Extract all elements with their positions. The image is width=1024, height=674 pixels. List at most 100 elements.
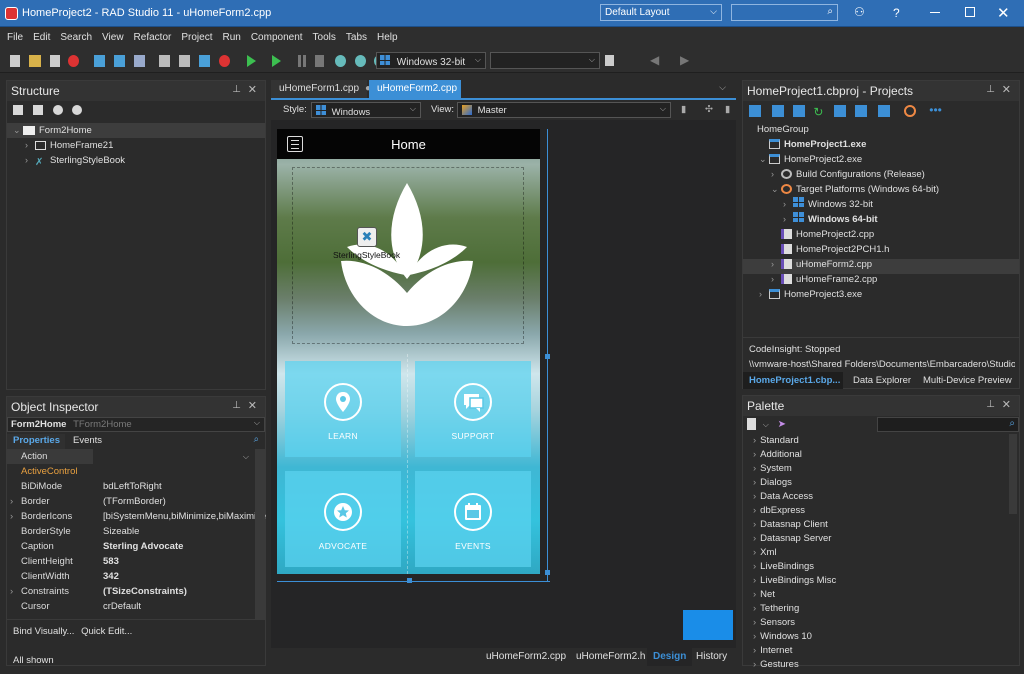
stop-icon[interactable] [314, 55, 324, 67]
new-page-icon[interactable] [747, 418, 756, 430]
menu-item-tools[interactable]: Tools [313, 32, 336, 43]
make-icon[interactable] [854, 105, 867, 118]
build-icon[interactable] [834, 105, 847, 118]
record-icon[interactable] [218, 55, 230, 67]
property-value[interactable]: (TSizeConstraints) [103, 584, 187, 599]
tab-cpp[interactable]: uHomeForm2.cpp [486, 651, 566, 662]
step-over-icon[interactable] [334, 55, 346, 67]
chevron-right-icon[interactable]: › [771, 272, 781, 287]
chevron-right-icon[interactable]: › [771, 257, 781, 272]
palette-category[interactable]: › Datasnap Server [747, 532, 1005, 546]
pin-icon[interactable]: ⊥ [232, 400, 241, 411]
project-tree-item[interactable]: › Build Configurations (Release) [747, 167, 1019, 182]
palette-category[interactable]: › Datasnap Client [747, 518, 1005, 532]
palette-category[interactable]: › Dialogs [747, 476, 1005, 490]
palette-category[interactable]: › dbExpress [747, 504, 1005, 518]
property-row[interactable]: › BorderIcons [biSystemMenu,biMinimize,biM… [7, 509, 266, 524]
property-value[interactable]: (TFormBorder) [103, 494, 166, 509]
menu-item-tabs[interactable]: Tabs [346, 32, 367, 43]
forward-arrow-icon[interactable]: ▶ [680, 53, 689, 67]
tile-advocate[interactable]: ADVOCATE [285, 471, 401, 567]
project-tree-item[interactable]: HomeGroup [747, 122, 1019, 137]
user-icon[interactable]: ⚇ [854, 5, 872, 19]
minimize-icon[interactable] [930, 12, 940, 13]
run-icon[interactable] [246, 55, 256, 67]
view-combo[interactable]: Master ⌵ [457, 102, 671, 118]
pause-icon[interactable] [298, 55, 307, 67]
tab-multi-device-preview[interactable]: Multi-Device Preview [923, 375, 1012, 386]
property-value[interactable]: bdLeftToRight [103, 479, 162, 494]
menu-item-search[interactable]: Search [60, 32, 92, 43]
palette-category[interactable]: › LiveBindings [747, 560, 1005, 574]
component-selector[interactable]: Form2Home TForm2Home ⌵ [7, 417, 265, 432]
delete-item-icon[interactable] [32, 105, 43, 116]
close-icon[interactable]: ✕ [1002, 83, 1011, 96]
palette-category[interactable]: › Tethering [747, 602, 1005, 616]
cursor-arrow-icon[interactable]: ➤ [778, 419, 786, 430]
property-value[interactable]: 583 [103, 554, 119, 569]
tree-item-sterlingstylebook[interactable]: › ✗ SterlingStyleBook [13, 153, 125, 168]
activate-icon[interactable] [771, 105, 784, 118]
chevron-down-icon[interactable]: ⌵ [763, 420, 769, 429]
new-item-icon[interactable] [13, 105, 23, 116]
chevron-right-icon[interactable]: › [10, 509, 13, 524]
palette-category[interactable]: › Standard [747, 434, 1005, 448]
tile-learn[interactable]: LEARN [285, 361, 401, 457]
palette-category[interactable]: › Internet [747, 644, 1005, 658]
quick-edit-link[interactable]: Quick Edit... [81, 626, 132, 637]
tab-data-explorer[interactable]: Data Explorer [853, 375, 911, 386]
property-value[interactable]: 342 [103, 569, 119, 584]
tree-item-homeframe21[interactable]: › HomeFrame21 [13, 138, 125, 153]
project-tree-item[interactable]: HomeProject2PCH1.h [747, 242, 1019, 257]
chevron-right-icon[interactable]: › [783, 212, 793, 227]
refresh-icon[interactable]: ↻ [813, 105, 825, 119]
tile-events[interactable]: EVENTS [415, 471, 531, 567]
property-value[interactable]: crDefault [103, 599, 141, 614]
palette-category[interactable]: › System [747, 462, 1005, 476]
add-to-project-icon[interactable] [133, 55, 145, 67]
chevron-right-icon[interactable]: › [783, 197, 793, 212]
tab-uhomeform2[interactable]: uHomeForm2.cpp [369, 80, 461, 98]
platform-combo[interactable]: Windows 32-bit ⌵ [376, 52, 486, 69]
property-value[interactable]: Sizeable [103, 524, 139, 539]
close-icon[interactable]: ✕ [1002, 398, 1011, 411]
chevron-right-icon[interactable]: › [759, 287, 769, 302]
chevron-right-icon[interactable]: › [10, 584, 13, 599]
reopen-icon[interactable] [68, 55, 80, 67]
tab-properties[interactable]: Properties [7, 434, 65, 449]
palette-category[interactable]: › Windows 10 [747, 630, 1005, 644]
project-tree-item[interactable]: HomeProject1.exe [747, 137, 1019, 152]
tab-list-chevron-icon[interactable]: ⌵ [719, 82, 726, 93]
palette-category[interactable]: › LiveBindings Misc [747, 574, 1005, 588]
project-tree-item[interactable]: › Windows 64-bit [747, 212, 1019, 227]
stylebook-component-icon[interactable]: ✖ [357, 227, 377, 247]
new-file-icon[interactable] [10, 55, 20, 67]
menu-item-refactor[interactable]: Refactor [134, 32, 172, 43]
palette-category[interactable]: › Additional [747, 448, 1005, 462]
platform-icon[interactable] [904, 105, 917, 118]
property-value[interactable]: Sterling Advocate [103, 539, 183, 554]
close-icon[interactable]: ✕ [248, 399, 257, 412]
pin-icon[interactable]: ⊥ [986, 399, 995, 410]
tab-history[interactable]: History [696, 651, 727, 662]
project-tree-item[interactable]: › uHomeForm2.cpp [747, 257, 1019, 272]
menu-item-view[interactable]: View [102, 32, 124, 43]
menu-item-run[interactable]: Run [222, 32, 240, 43]
options-icon[interactable] [877, 105, 890, 118]
close-icon[interactable]: ✕ [248, 83, 257, 96]
tab-events[interactable]: Events [67, 434, 108, 447]
style-combo[interactable]: Windows ⌵ [311, 102, 421, 118]
project-tree-item[interactable]: HomeProject2.cpp [747, 227, 1019, 242]
property-row[interactable]: ClientHeight 583 [7, 554, 253, 569]
palette-scrollbar[interactable] [1009, 434, 1017, 514]
ide-search-input[interactable]: ⌕ [731, 4, 838, 21]
chevron-down-icon[interactable]: ⌄ [759, 152, 769, 167]
paste-icon[interactable] [179, 55, 191, 67]
tab-header[interactable]: uHomeForm2.h [576, 651, 645, 662]
property-row[interactable]: BorderStyle Sizeable [7, 524, 253, 539]
palette-category[interactable]: › Data Access [747, 490, 1005, 504]
tab-design[interactable]: Design [647, 648, 693, 666]
project-tree-item[interactable]: › HomeProject3.exe [747, 287, 1019, 302]
chevron-right-icon[interactable]: › [10, 494, 13, 509]
menu-item-edit[interactable]: Edit [33, 32, 50, 43]
